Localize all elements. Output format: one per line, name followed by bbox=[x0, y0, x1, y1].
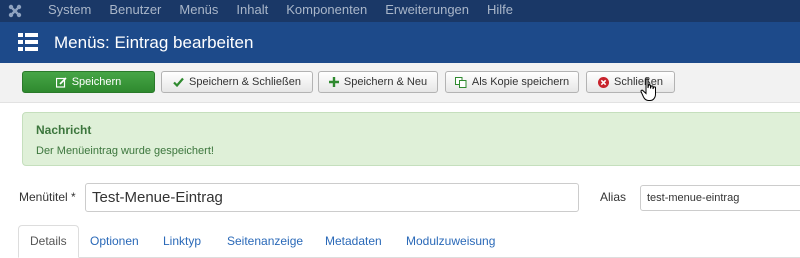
save-button[interactable]: Speichern bbox=[22, 71, 155, 93]
tab-modulzuweisung[interactable]: Modulzuweisung bbox=[406, 225, 495, 258]
tab-linktyp[interactable]: Linktyp bbox=[163, 225, 201, 258]
admin-menu: System Benutzer Menüs Inhalt Komponenten… bbox=[48, 0, 531, 22]
edit-icon bbox=[55, 76, 67, 88]
menu-title-label: Menütitel * bbox=[19, 190, 76, 204]
save-new-button-label: Speichern & Neu bbox=[343, 76, 428, 88]
save-new-button[interactable]: Speichern & Neu bbox=[318, 71, 438, 93]
tab-seitenanzeige[interactable]: Seitenanzeige bbox=[227, 225, 303, 258]
save-as-copy-button-label: Als Kopie speichern bbox=[471, 76, 570, 88]
admin-menu-bar: System Benutzer Menüs Inhalt Komponenten… bbox=[0, 0, 800, 22]
menu-erweiterungen[interactable]: Erweiterungen bbox=[385, 0, 469, 22]
toolbar: Speichern Speichern & Schließen Speicher… bbox=[0, 63, 800, 103]
list-menu-icon bbox=[18, 33, 38, 51]
save-button-label: Speichern bbox=[71, 76, 122, 88]
save-as-copy-button[interactable]: Als Kopie speichern bbox=[445, 71, 579, 93]
cancel-circle-icon bbox=[598, 76, 610, 88]
success-message: Nachricht Der Menüeintrag wurde gespeich… bbox=[22, 112, 800, 166]
tab-optionen[interactable]: Optionen bbox=[90, 225, 139, 258]
plus-icon bbox=[328, 77, 339, 87]
tab-metadaten[interactable]: Metadaten bbox=[325, 225, 382, 258]
menu-komponenten[interactable]: Komponenten bbox=[286, 0, 367, 22]
copy-icon bbox=[454, 76, 467, 88]
hand-cursor-icon bbox=[640, 78, 656, 101]
menu-benutzer[interactable]: Benutzer bbox=[109, 0, 161, 22]
page-header: Menüs: Eintrag bearbeiten bbox=[0, 22, 800, 63]
close-button[interactable]: Schließen bbox=[586, 71, 675, 93]
alias-input[interactable] bbox=[640, 185, 800, 211]
menu-hilfe[interactable]: Hilfe bbox=[487, 0, 513, 22]
menu-inhalt[interactable]: Inhalt bbox=[236, 0, 268, 22]
alias-label: Alias bbox=[600, 190, 627, 204]
checkmark-icon bbox=[173, 77, 184, 87]
save-close-button[interactable]: Speichern & Schließen bbox=[161, 71, 313, 93]
joomla-logo-icon[interactable] bbox=[7, 3, 23, 19]
message-text: Der Menüeintrag wurde gespeichert! bbox=[36, 145, 214, 157]
page-title: Menüs: Eintrag bearbeiten bbox=[54, 33, 254, 52]
menu-menues[interactable]: Menüs bbox=[179, 0, 218, 22]
menu-system[interactable]: System bbox=[48, 0, 91, 22]
menu-title-input[interactable] bbox=[85, 183, 579, 212]
tab-bar: Details Optionen Linktyp Seitenanzeige M… bbox=[0, 225, 800, 258]
tab-details[interactable]: Details bbox=[18, 225, 79, 258]
message-heading: Nachricht bbox=[36, 123, 92, 137]
save-close-button-label: Speichern & Schließen bbox=[189, 76, 301, 88]
